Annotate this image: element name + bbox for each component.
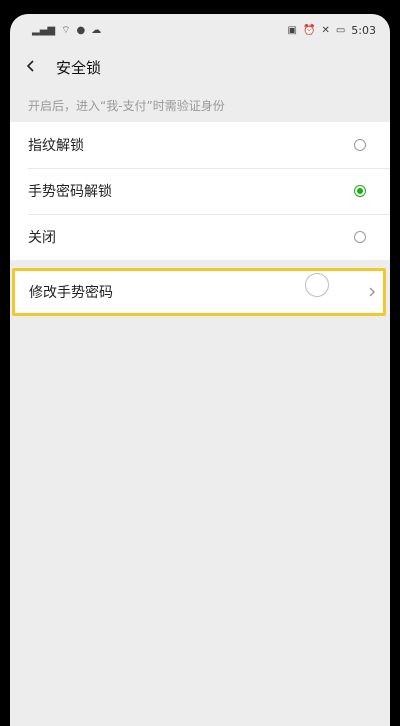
status-time: 5:03 [351, 23, 376, 37]
option-fingerprint[interactable]: 指纹解锁 [10, 122, 390, 168]
lock-option-list: 指纹解锁 手势密码解锁 关闭 [10, 122, 390, 260]
notification-icon: ● [76, 24, 86, 36]
wifi-icon: ⌔ [61, 24, 71, 36]
cloud-icon: ☁ [91, 24, 102, 36]
radio-dot [357, 188, 363, 194]
back-button[interactable] [24, 56, 48, 78]
hint-text: 开启后，进入“我-支付”时需验证身份 [28, 98, 225, 113]
page-title: 安全锁 [56, 58, 102, 77]
radio-button[interactable] [354, 231, 366, 243]
battery-icon: ▭ [335, 24, 346, 36]
modify-gesture-password-label: 修改手势密码 [29, 285, 113, 301]
option-off[interactable]: 关闭 [10, 214, 390, 260]
option-label: 关闭 [28, 230, 56, 246]
status-left: ▂▄▆ ⌔ ● ☁ [32, 24, 101, 37]
chevron-left-icon [26, 60, 34, 72]
signal-icon: ▂▄▆ [32, 24, 56, 36]
option-label: 指纹解锁 [28, 138, 84, 154]
touch-indicator [305, 273, 329, 297]
vibrate-icon: ▣ [287, 24, 297, 36]
chevron-right-icon [367, 283, 377, 302]
mute-icon: ✕ [321, 24, 330, 36]
navbar: 安全锁 [10, 46, 390, 88]
option-gesture-password[interactable]: 手势密码解锁 [10, 168, 390, 214]
status-bar: ▂▄▆ ⌔ ● ☁ ▣ ⏰ ✕ ▭ 5:03 [10, 14, 390, 46]
radio-button-selected[interactable] [354, 185, 366, 197]
modify-gesture-password-row[interactable]: 修改手势密码 [12, 268, 386, 316]
option-label: 手势密码解锁 [28, 184, 112, 200]
alarm-icon: ⏰ [303, 24, 316, 36]
status-right: ▣ ⏰ ✕ ▭ 5:03 [288, 24, 376, 37]
radio-button[interactable] [354, 139, 366, 151]
phone-screen: ▂▄▆ ⌔ ● ☁ ▣ ⏰ ✕ ▭ 5:03 安全锁 开启后，进入“我-支付”时… [10, 14, 390, 726]
